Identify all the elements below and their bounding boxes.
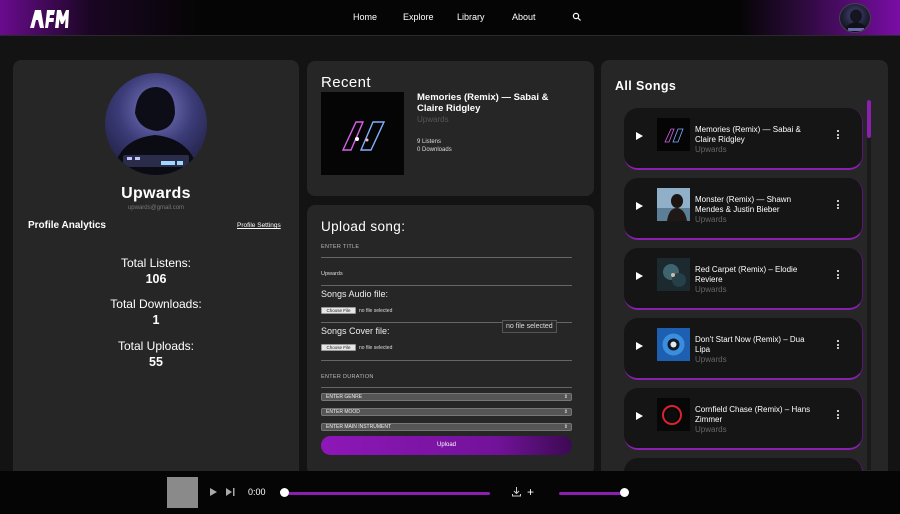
playback-time: 0:00 xyxy=(248,487,266,497)
seek-handle[interactable] xyxy=(280,488,289,497)
song-cover-art xyxy=(657,398,690,431)
nav-home[interactable]: Home xyxy=(353,12,377,22)
song-title: Monster (Remix) — Shawn Mendes & Justin … xyxy=(695,195,792,214)
more-options-icon[interactable] xyxy=(837,200,841,211)
play-icon[interactable] xyxy=(636,132,643,140)
genre-select[interactable]: ENTER GENRE ⇕ xyxy=(321,393,572,401)
song-title: Red Carpet (Remix) – Elodie Reviere xyxy=(695,265,798,284)
recent-song-title[interactable]: Memories (Remix) — Sabai & Claire Ridgle… xyxy=(417,92,577,114)
play-icon[interactable] xyxy=(636,272,643,280)
total-uploads-label: Total Uploads: xyxy=(117,339,195,353)
profile-avatar xyxy=(105,73,207,175)
audio-choose-file-button[interactable]: Choose File xyxy=(321,307,356,314)
more-options-icon[interactable] xyxy=(837,270,841,281)
title-field-label: ENTER TITLE xyxy=(321,244,360,250)
song-cover-art xyxy=(657,258,690,291)
all-songs-heading: All Songs xyxy=(615,79,677,93)
song-artist: Upwards xyxy=(695,285,727,294)
song-card[interactable]: Cornfield Chase (Remix) – Hans Zimmer Up… xyxy=(624,388,863,450)
more-options-icon[interactable] xyxy=(837,130,841,141)
song-card[interactable]: Red Carpet (Remix) – Elodie Reviere Upwa… xyxy=(624,248,863,310)
total-uploads-value: 55 xyxy=(149,355,163,369)
play-icon[interactable] xyxy=(636,412,643,420)
instrument-select-value: ENTER MAIN INSTRUMENT xyxy=(326,424,391,430)
mood-select[interactable]: ENTER MOOD ⇕ xyxy=(321,408,572,416)
audio-file-label: Songs Audio file: xyxy=(321,289,389,299)
play-icon[interactable] xyxy=(636,202,643,210)
profile-settings-link[interactable]: Profile Settings xyxy=(237,222,281,229)
profile-panel: Upwards upwards@gmail.com Profile Analyt… xyxy=(13,60,299,480)
songs-scrollbar-track[interactable] xyxy=(867,100,871,470)
song-title: Don't Start Now (Remix) – Dua Lipa xyxy=(695,335,805,354)
total-downloads-label: Total Downloads: xyxy=(110,297,202,311)
profile-name: Upwards xyxy=(121,185,191,202)
duration-field-underline xyxy=(321,387,572,388)
upload-panel: Upload song: ENTER TITLE Upwards Songs A… xyxy=(307,205,594,475)
total-downloads-value: 1 xyxy=(152,313,160,327)
upload-button[interactable]: Upload xyxy=(321,436,572,455)
title-input[interactable]: Upwards xyxy=(321,271,343,277)
recent-cover-art[interactable] xyxy=(321,92,404,175)
profile-email: upwards@gmail.com xyxy=(127,205,185,211)
download-icon[interactable] xyxy=(512,487,521,497)
cover-file-status: no file selected xyxy=(359,345,393,351)
recent-heading: Recent xyxy=(321,74,371,91)
volume-bar[interactable] xyxy=(559,492,625,495)
song-cover-art xyxy=(657,328,690,361)
profile-analytics-heading: Profile Analytics xyxy=(28,220,106,231)
recent-listens-count: 9 Listens xyxy=(417,139,442,145)
song-card[interactable]: Monster (Remix) — Shawn Mendes & Justin … xyxy=(624,178,863,240)
genre-select-value: ENTER GENRE xyxy=(326,394,363,400)
upload-heading: Upload song: xyxy=(321,219,406,234)
song-artist: Upwards xyxy=(695,425,727,434)
song-card[interactable]: Don't Start Now (Remix) – Dua Lipa Upwar… xyxy=(624,318,863,380)
recent-panel: Recent Memories (Remix) — Sabai & Claire… xyxy=(307,61,594,196)
all-songs-panel: All Songs Memories (Remix) — Sabai & Cla… xyxy=(601,60,888,480)
song-cover-art xyxy=(657,188,690,221)
more-options-icon[interactable] xyxy=(837,410,841,421)
song-artist: Upwards xyxy=(695,355,727,364)
play-icon[interactable] xyxy=(210,488,217,496)
audio-file-status: no file selected xyxy=(359,308,393,314)
instrument-select[interactable]: ENTER MAIN INSTRUMENT ⇕ xyxy=(321,423,572,431)
total-listens-label: Total Listens: xyxy=(120,256,192,270)
recent-downloads-count: 0 Downloads xyxy=(417,147,452,153)
total-listens-value: 106 xyxy=(145,272,167,286)
song-artist: Upwards xyxy=(695,215,727,224)
song-artist: Upwards xyxy=(695,145,727,154)
title-input-underline xyxy=(321,285,572,286)
select-arrows-icon: ⇕ xyxy=(563,424,568,430)
skip-next-icon[interactable] xyxy=(226,488,235,496)
duration-field-label: ENTER DURATION xyxy=(321,374,374,380)
mood-select-value: ENTER MOOD xyxy=(326,409,360,415)
seek-bar[interactable] xyxy=(284,492,490,495)
user-avatar[interactable] xyxy=(839,3,871,33)
top-navbar: Home Explore Library About xyxy=(0,0,900,36)
file-tooltip: no file selected xyxy=(502,320,557,333)
song-title: Memories (Remix) — Sabai & Claire Ridgle… xyxy=(695,125,801,144)
songs-scrollbar-thumb[interactable] xyxy=(867,100,871,138)
nav-about[interactable]: About xyxy=(512,12,536,22)
add-to-playlist-icon[interactable]: + xyxy=(527,485,534,499)
nav-explore[interactable]: Explore xyxy=(403,12,434,22)
title-field-underline xyxy=(321,257,572,258)
search-icon[interactable] xyxy=(572,12,582,22)
select-arrows-icon: ⇕ xyxy=(563,394,568,400)
play-icon[interactable] xyxy=(636,342,643,350)
recent-song-artist: Upwards xyxy=(417,115,449,124)
bottom-player: 0:00 + xyxy=(0,471,900,514)
select-arrows-icon: ⇕ xyxy=(563,409,568,415)
cover-file-label: Songs Cover file: xyxy=(321,326,390,336)
nav-library[interactable]: Library xyxy=(457,12,485,22)
cover-choose-file-button[interactable]: Choose File xyxy=(321,344,356,351)
volume-handle[interactable] xyxy=(620,488,629,497)
cover-file-underline xyxy=(321,360,572,361)
more-options-icon[interactable] xyxy=(837,340,841,351)
song-title: Cornfield Chase (Remix) – Hans Zimmer xyxy=(695,405,811,424)
song-cover-art xyxy=(657,118,690,151)
app-logo[interactable] xyxy=(28,6,70,30)
song-card[interactable]: Memories (Remix) — Sabai & Claire Ridgle… xyxy=(624,108,863,170)
now-playing-thumbnail xyxy=(167,477,198,508)
